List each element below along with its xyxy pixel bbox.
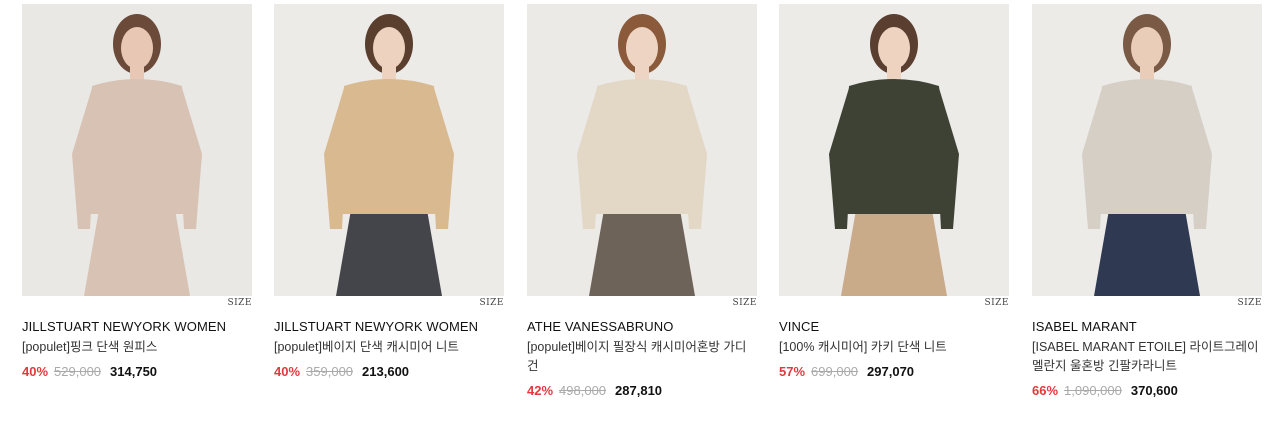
- product-card[interactable]: SIZE VINCE [100% 캐시미어] 카키 단색 니트 57% 699,0…: [779, 4, 1009, 380]
- original-price: 529,000: [54, 364, 102, 379]
- size-row: SIZE: [22, 298, 252, 312]
- model-photo: [1032, 4, 1262, 296]
- product-brand[interactable]: JILLSTUART NEWYORK WOMEN: [22, 318, 252, 335]
- product-image[interactable]: [274, 4, 504, 296]
- size-link[interactable]: SIZE: [227, 298, 252, 308]
- product-card[interactable]: SIZE JILLSTUART NEWYORK WOMEN [populet]베…: [274, 4, 504, 380]
- size-link[interactable]: SIZE: [479, 298, 504, 308]
- price-row: 40% 359,000 213,600: [274, 363, 504, 380]
- model-top: [338, 79, 440, 214]
- discount-rate: 40%: [22, 364, 49, 379]
- model-bottom: [841, 204, 947, 296]
- original-price: 359,000: [306, 364, 354, 379]
- model-face: [878, 27, 910, 69]
- model-bottom: [589, 204, 695, 296]
- model-photo: [22, 4, 252, 296]
- sale-price: 297,070: [867, 364, 915, 379]
- price-row: 42% 498,000 287,810: [527, 382, 757, 399]
- product-image[interactable]: [1032, 4, 1262, 296]
- size-row: SIZE: [779, 298, 1009, 312]
- discount-rate: 57%: [779, 364, 806, 379]
- product-brand[interactable]: VINCE: [779, 318, 1009, 335]
- model-face: [1131, 27, 1163, 69]
- model-neck: [887, 64, 901, 80]
- size-row: SIZE: [1032, 298, 1262, 312]
- model-bottom: [84, 204, 190, 296]
- product-grid: SIZE JILLSTUART NEWYORK WOMEN [populet]핑…: [0, 0, 1267, 422]
- model-bottom: [336, 204, 442, 296]
- model-face: [626, 27, 658, 69]
- size-row: SIZE: [274, 298, 504, 312]
- product-name[interactable]: [ISABEL MARANT ETOILE] 라이트그레이 멜란지 울혼방 긴팔…: [1032, 338, 1262, 376]
- original-price: 498,000: [559, 383, 607, 398]
- model-top: [1096, 79, 1198, 214]
- price-row: 40% 529,000 314,750: [22, 363, 252, 380]
- model-neck: [130, 64, 144, 80]
- sale-price: 370,600: [1130, 383, 1178, 398]
- product-image[interactable]: [527, 4, 757, 296]
- size-link[interactable]: SIZE: [1237, 298, 1262, 308]
- price-row: 57% 699,000 297,070: [779, 363, 1009, 380]
- product-card[interactable]: SIZE ISABEL MARANT [ISABEL MARANT ETOILE…: [1032, 4, 1262, 399]
- product-card[interactable]: SIZE ATHE VANESSABRUNO [populet]베이지 필장식 …: [527, 4, 757, 399]
- product-name[interactable]: [100% 캐시미어] 카키 단색 니트: [779, 338, 1009, 357]
- discount-rate: 42%: [527, 383, 554, 398]
- model-photo: [274, 4, 504, 296]
- price-row: 66% 1,090,000 370,600: [1032, 382, 1262, 399]
- model-photo: [779, 4, 1009, 296]
- sale-price: 213,600: [362, 364, 410, 379]
- model-bottom: [1094, 204, 1200, 296]
- model-top: [86, 79, 188, 214]
- product-brand[interactable]: ATHE VANESSABRUNO: [527, 318, 757, 335]
- discount-rate: 66%: [1032, 383, 1059, 398]
- product-card[interactable]: SIZE JILLSTUART NEWYORK WOMEN [populet]핑…: [22, 4, 252, 380]
- model-photo: [527, 4, 757, 296]
- model-neck: [635, 64, 649, 80]
- product-brand[interactable]: JILLSTUART NEWYORK WOMEN: [274, 318, 504, 335]
- model-face: [121, 27, 153, 69]
- model-face: [373, 27, 405, 69]
- product-name[interactable]: [populet]베이지 필장식 캐시미어혼방 가디건: [527, 338, 757, 376]
- product-image[interactable]: [779, 4, 1009, 296]
- size-link[interactable]: SIZE: [732, 298, 757, 308]
- product-name[interactable]: [populet]베이지 단색 캐시미어 니트: [274, 338, 504, 357]
- original-price: 699,000: [811, 364, 859, 379]
- model-neck: [382, 64, 396, 80]
- sale-price: 287,810: [615, 383, 663, 398]
- discount-rate: 40%: [274, 364, 301, 379]
- product-image[interactable]: [22, 4, 252, 296]
- original-price: 1,090,000: [1064, 383, 1122, 398]
- model-top: [843, 79, 945, 214]
- size-row: SIZE: [527, 298, 757, 312]
- size-link[interactable]: SIZE: [984, 298, 1009, 308]
- model-neck: [1140, 64, 1154, 80]
- model-top: [591, 79, 693, 214]
- sale-price: 314,750: [110, 364, 158, 379]
- product-brand[interactable]: ISABEL MARANT: [1032, 318, 1262, 335]
- product-name[interactable]: [populet]핑크 단색 원피스: [22, 338, 252, 357]
